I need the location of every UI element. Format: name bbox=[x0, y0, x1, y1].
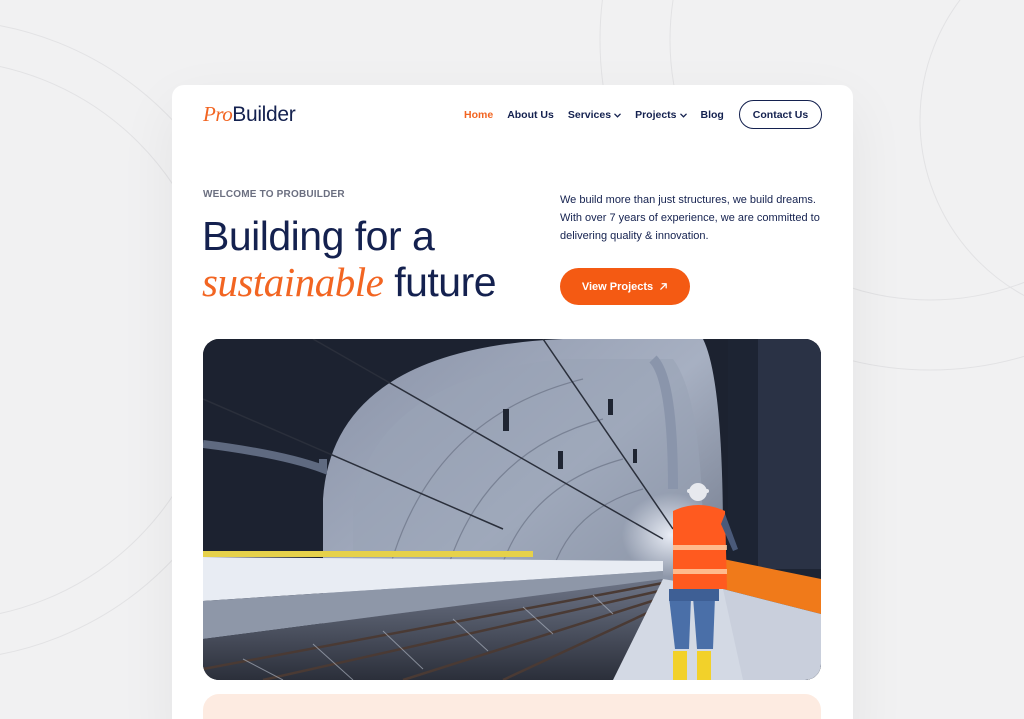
nav-item-label: Projects bbox=[635, 109, 677, 121]
hero-headline: Building for a sustainable future bbox=[202, 213, 542, 305]
headline-part2: future bbox=[394, 259, 497, 305]
chevron-down-icon bbox=[679, 113, 687, 118]
nav-item-label: Home bbox=[464, 109, 494, 121]
nav-item-label: Services bbox=[567, 109, 612, 121]
main-nav: Home About Us Services Projects Blog bbox=[464, 107, 724, 123]
next-section-panel bbox=[203, 694, 821, 719]
hero-intro-text: We build more than just structures, we b… bbox=[560, 194, 820, 242]
tunnel-photo-illustration bbox=[203, 339, 821, 680]
nav-item-label: About Us bbox=[507, 109, 554, 121]
headline-emphasis: sustainable bbox=[202, 259, 384, 305]
arrow-up-right-icon bbox=[660, 283, 668, 290]
nav-item-label: Blog bbox=[700, 109, 724, 121]
chevron-down-icon bbox=[614, 113, 621, 118]
hero-image bbox=[203, 339, 821, 680]
hero-eyebrow: WELCOME TO PROBUILDER bbox=[203, 189, 345, 200]
nav-item-about-us[interactable]: About Us bbox=[507, 109, 554, 121]
nav-item-blog[interactable]: Blog bbox=[701, 109, 724, 121]
nav-item-projects[interactable]: Projects bbox=[635, 109, 687, 121]
logo[interactable]: Pro Builder bbox=[203, 102, 296, 126]
logo-builder-text: Builder bbox=[232, 103, 296, 126]
nav-item-home[interactable]: Home bbox=[464, 109, 493, 121]
view-projects-label: View Projects bbox=[581, 280, 654, 293]
logo-pro-text: Pro bbox=[203, 102, 233, 126]
nav-item-services[interactable]: Services bbox=[568, 109, 621, 121]
headline-part1: Building for a bbox=[202, 213, 435, 259]
contact-us-button[interactable]: Contact Us bbox=[739, 100, 822, 129]
page-card: Pro Builder Home About Us Services Proje… bbox=[172, 85, 853, 719]
view-projects-button[interactable]: View Projects bbox=[560, 268, 690, 305]
